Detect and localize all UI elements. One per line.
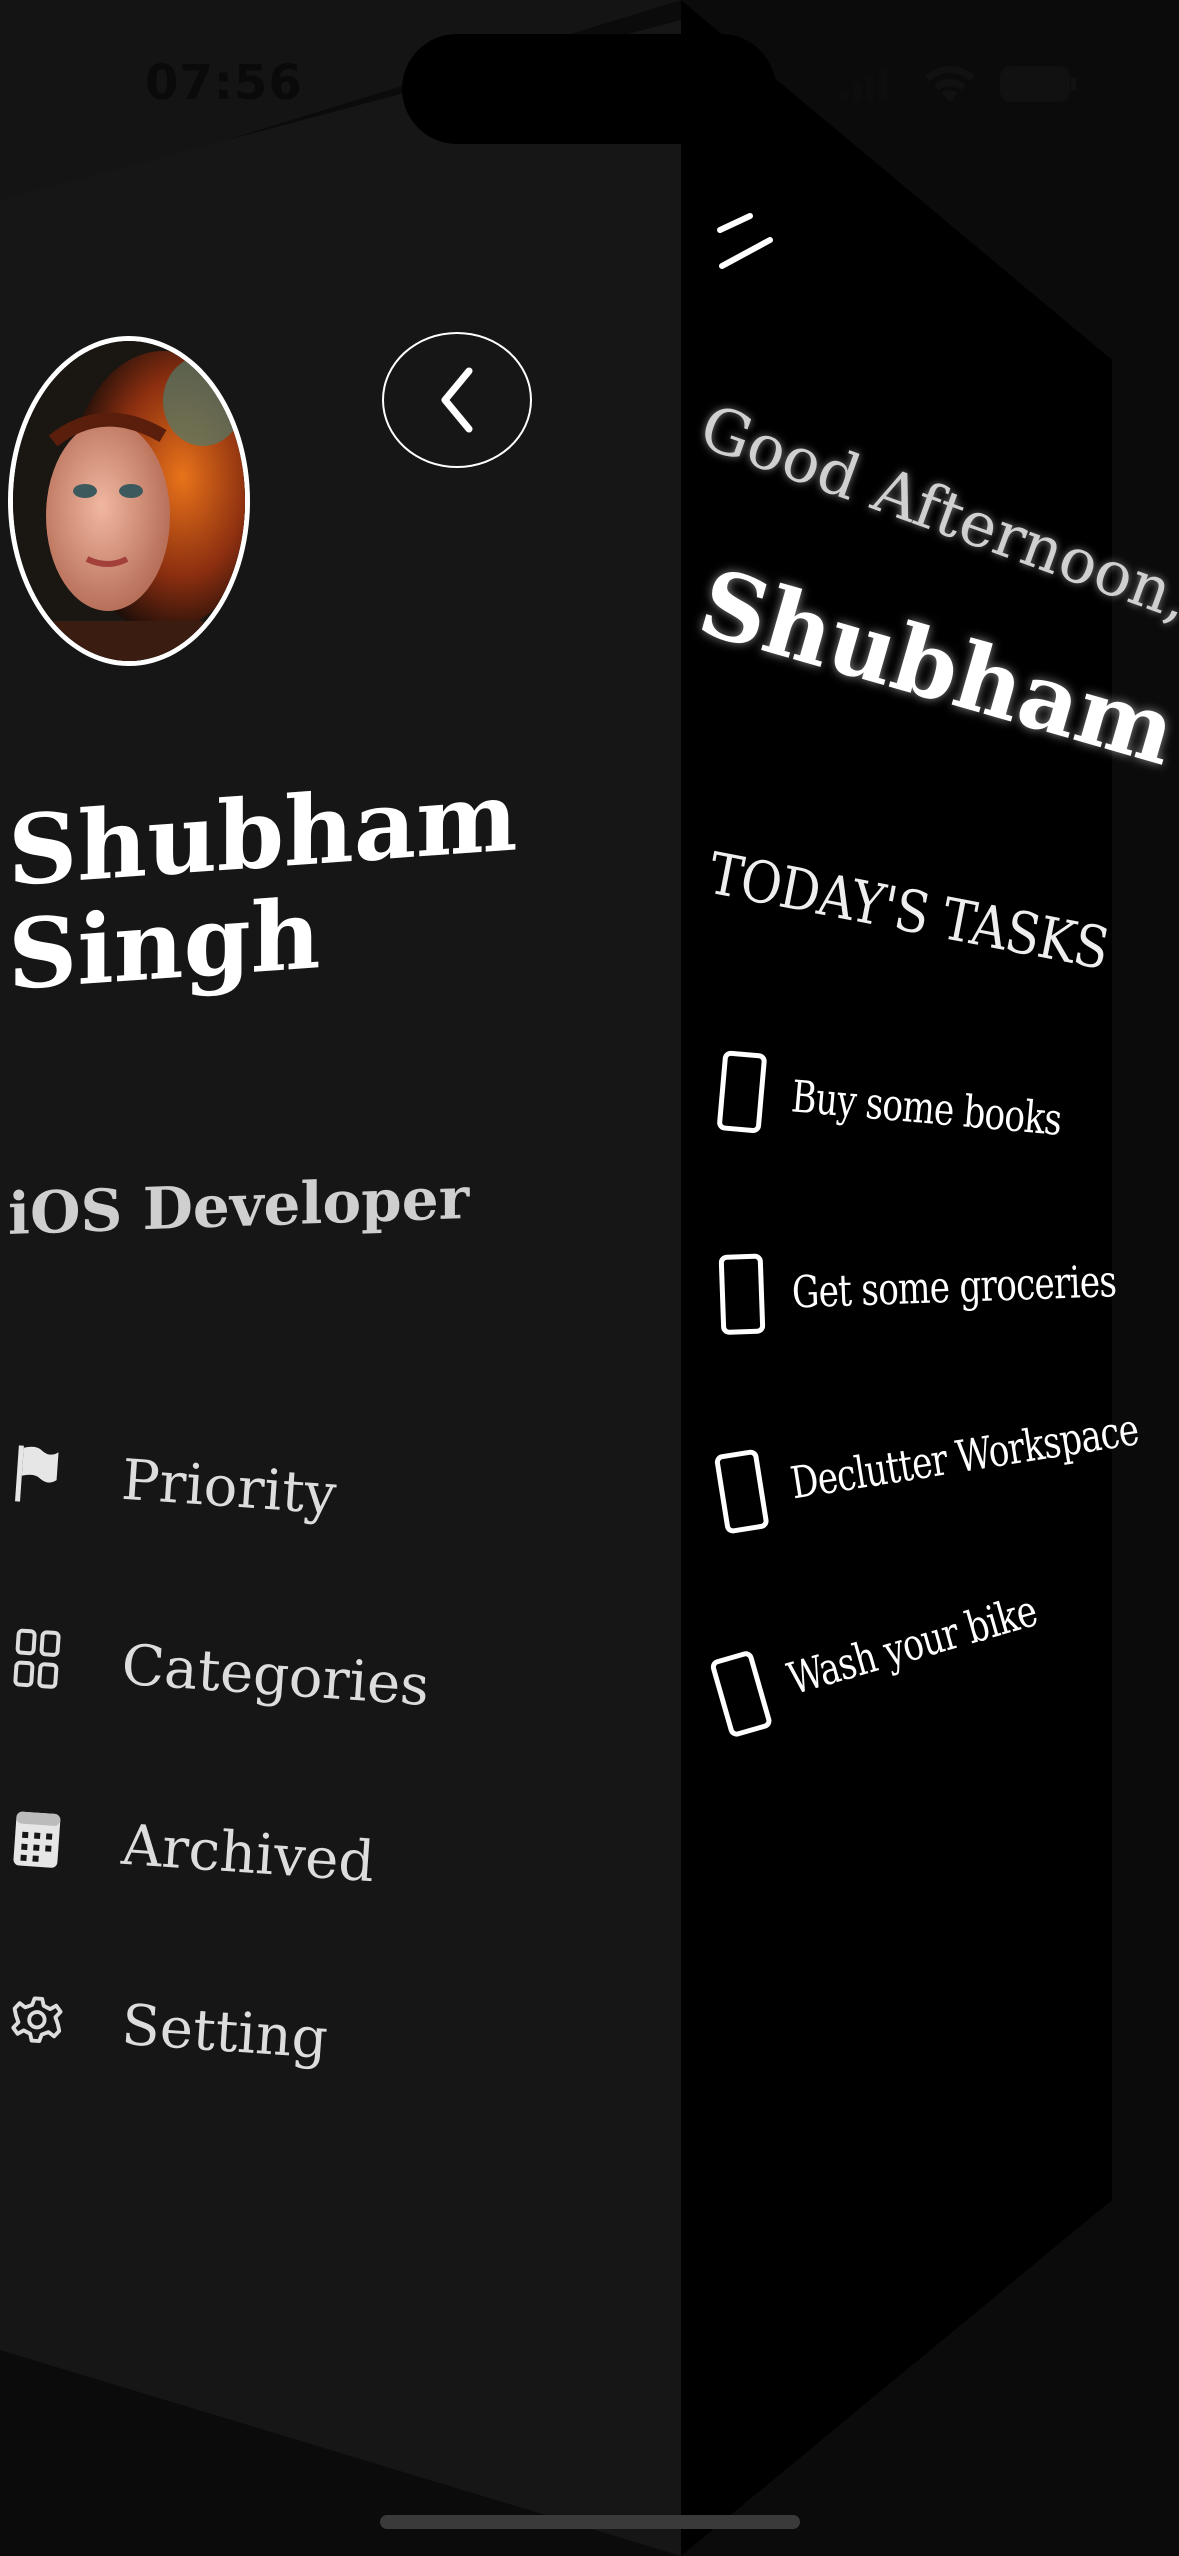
calendar-icon (10, 1808, 64, 1871)
wifi-icon (925, 65, 975, 102)
status-time: 07:56 (145, 55, 303, 111)
gear-icon (10, 1988, 64, 2051)
task-label: Buy some books (789, 1070, 1064, 1146)
home-indicator[interactable] (380, 2515, 800, 2529)
menu-toggle-icon (717, 213, 773, 269)
task-checkbox[interactable] (718, 1253, 766, 1335)
dynamic-island (402, 34, 776, 144)
chevron-left-icon (441, 367, 473, 433)
avatar[interactable] (8, 336, 250, 666)
profile-name: Shubham Singh (8, 759, 518, 1011)
battery-icon (1000, 66, 1076, 102)
task-checkbox[interactable] (716, 1050, 768, 1134)
task-label: Get some groceries (791, 1255, 1117, 1318)
task-item[interactable]: Get some groceries (718, 1238, 1179, 1335)
status-icons (840, 58, 1080, 108)
grid-icon (10, 1628, 64, 1691)
flag-icon (10, 1443, 64, 1506)
cellular-icon (840, 68, 887, 102)
menu-toggle-button[interactable] (716, 212, 778, 278)
back-button[interactable] (382, 332, 532, 468)
